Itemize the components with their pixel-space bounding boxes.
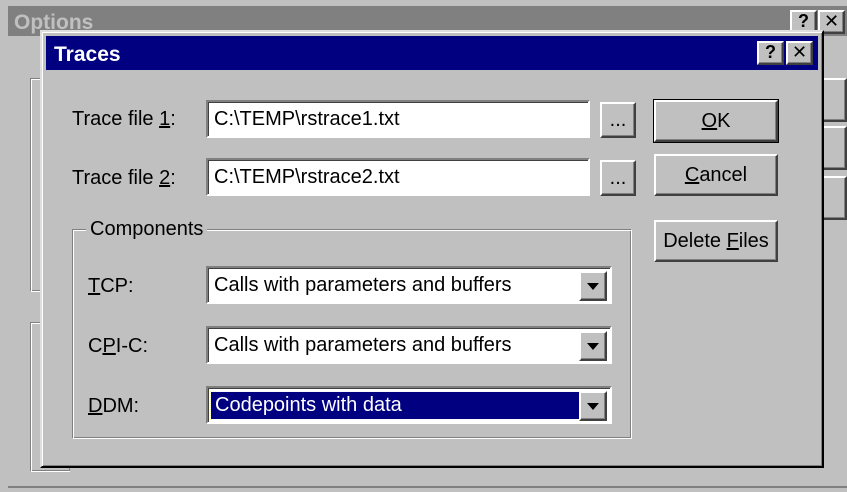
cpic-select-value: Calls with parameters and buffers [214,333,512,356]
options-button-1[interactable] [820,78,847,122]
trace-file-1-browse-button[interactable]: ... [600,102,636,138]
trace-file-2-browse-button[interactable]: ... [600,160,636,196]
chevron-down-icon [587,402,599,410]
chevron-down-icon [587,342,599,350]
cpic-select[interactable]: Calls with parameters and buffers [206,326,612,364]
tcp-dropdown-button[interactable] [579,271,607,301]
close-button[interactable]: ✕ [786,41,813,65]
ok-button[interactable]: OK [653,99,779,143]
options-button-2[interactable] [820,126,847,170]
trace-file-2-label: Trace file 2: [72,167,176,189]
delete-files-button[interactable]: Delete Files [654,220,778,262]
tcp-select-value: Calls with parameters and buffers [214,273,512,296]
trace-file-1-label: Trace file 1: [72,108,176,130]
trace-file-1-input[interactable]: C:\TEMP\rstrace1.txt [206,100,590,138]
cancel-button[interactable]: Cancel [654,154,778,196]
tcp-select[interactable]: Calls with parameters and buffers [206,266,612,304]
options-window-bottom-edge [8,486,847,488]
tcp-label: TCP: [88,275,134,297]
chevron-down-icon [587,282,599,290]
trace-file-2-input[interactable]: C:\TEMP\rstrace2.txt [206,158,590,196]
ddm-select-value: Codepoints with data [210,390,580,420]
traces-dialog: Traces ? ✕ Trace file 1: C:\TEMP\rstrace… [40,30,824,468]
cpic-dropdown-button[interactable] [579,331,607,361]
traces-title: Traces [54,43,121,66]
ddm-dropdown-button[interactable] [579,391,607,421]
help-button[interactable]: ? [757,41,784,65]
options-button-3[interactable] [820,176,847,220]
traces-titlebar[interactable]: Traces ? ✕ [46,36,818,70]
components-legend: Components [86,219,208,239]
cpic-label: CPI-C: [88,335,149,357]
ddm-label: DDM: [88,395,140,417]
ddm-select[interactable]: Codepoints with data [206,386,612,424]
